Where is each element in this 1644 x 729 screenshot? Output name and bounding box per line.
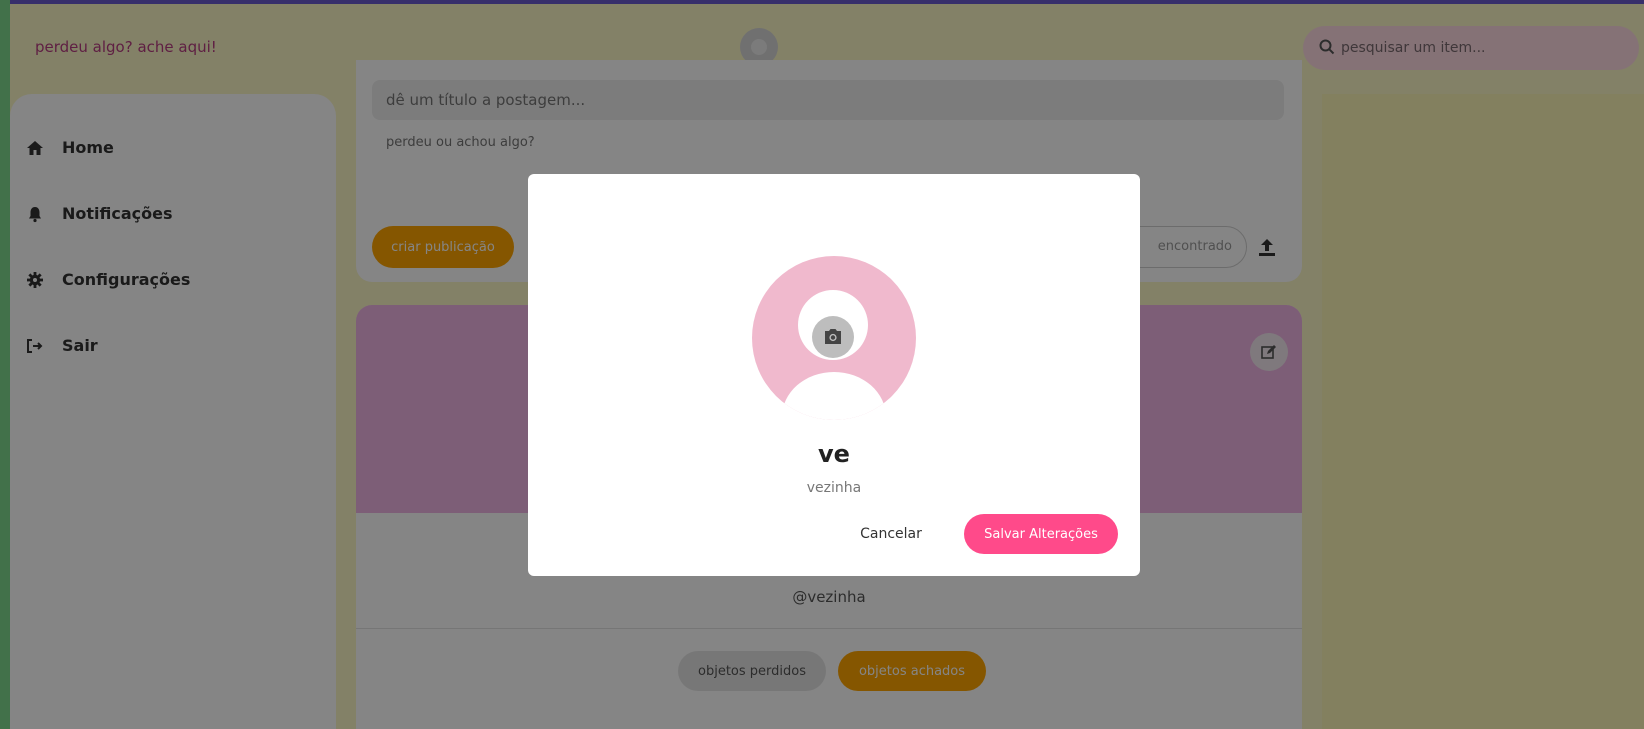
save-changes-button[interactable]: Salvar Alterações (964, 514, 1118, 554)
profile-username: vezinha (806, 480, 862, 496)
avatar-body (782, 372, 886, 420)
change-photo-button[interactable] (812, 316, 854, 358)
cancel-button[interactable]: Cancelar (836, 514, 946, 554)
avatar[interactable] (752, 256, 916, 420)
app-root: perdeu algo? ache aqui! Home Notificaçõe… (0, 0, 1644, 729)
profile-name: ve (818, 440, 850, 468)
edit-profile-modal: ve vezinha Cancelar Salvar Alterações (528, 174, 1140, 576)
camera-icon (825, 329, 841, 344)
